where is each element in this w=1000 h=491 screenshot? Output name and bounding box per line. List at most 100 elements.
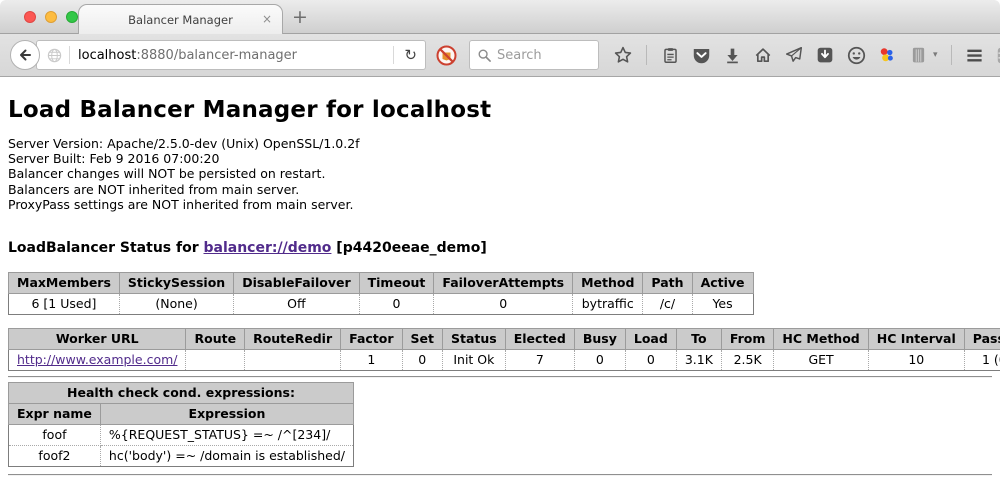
table-cell: Off	[234, 294, 359, 315]
navigation-toolbar: localhost:8880/balancer-manager ↻ Search	[0, 34, 1000, 77]
url-domain: localhost	[78, 48, 136, 63]
table-cell: /c/	[643, 294, 692, 315]
footer-divider	[8, 474, 992, 476]
zoom-window-button[interactable]	[66, 11, 78, 23]
server-version-line: Server Version: Apache/2.5.0-dev (Unix) …	[8, 136, 992, 151]
url-separator	[393, 46, 394, 64]
column-header: Route	[186, 329, 245, 350]
url-text[interactable]: localhost:8880/balancer-manager	[78, 48, 393, 63]
section-divider	[8, 376, 992, 378]
url-separator	[69, 46, 70, 64]
table-cell: %{REQUEST_STATUS} =~ /^[234]/	[100, 425, 353, 446]
table-cell: 0	[434, 294, 573, 315]
column-header: MaxMembers	[9, 273, 120, 294]
table-title: Health check cond. expressions:	[9, 383, 354, 404]
worker-table: Worker URLRouteRouteRedirFactorSetStatus…	[8, 328, 1000, 371]
menu-icon[interactable]	[965, 45, 985, 65]
table-cell: 3.1K	[676, 350, 721, 371]
url-path: :8880/balancer-manager	[136, 48, 297, 63]
search-icon	[478, 49, 491, 62]
balancer-status-heading: LoadBalancer Status for balancer://demo …	[8, 240, 992, 256]
clipboard-icon[interactable]	[660, 45, 680, 65]
download-icon[interactable]	[722, 45, 742, 65]
colors-icon[interactable]	[877, 45, 897, 65]
column-header: Status	[443, 329, 506, 350]
inherit-note-line: Balancers are NOT inherited from main se…	[8, 182, 992, 197]
tab-bar: Balancer Manager × +	[0, 0, 1000, 34]
column-header: HC Method	[774, 329, 868, 350]
tiles-icon[interactable]	[996, 45, 1000, 65]
table-cell: 2.5K	[721, 350, 774, 371]
new-tab-button[interactable]: +	[292, 5, 308, 29]
home-icon[interactable]	[753, 45, 773, 65]
minimize-window-button[interactable]	[45, 11, 57, 23]
search-placeholder: Search	[497, 48, 542, 63]
table-cell: 1	[341, 350, 402, 371]
server-built-line: Server Built: Feb 9 2016 07:00:20	[8, 151, 992, 166]
table-cell: Yes	[692, 294, 753, 315]
table-cell: Init Ok	[443, 350, 506, 371]
back-button[interactable]	[10, 40, 40, 70]
box-download-icon[interactable]	[815, 45, 835, 65]
container-icon[interactable]	[908, 45, 928, 65]
bookmark-star-icon[interactable]	[613, 45, 633, 65]
send-icon[interactable]	[784, 45, 804, 65]
tab-balancer-manager[interactable]: Balancer Manager ×	[78, 4, 283, 34]
table-cell: 0	[402, 350, 442, 371]
table-cell: 0	[625, 350, 676, 371]
table-cell: 0	[574, 350, 625, 371]
table-cell: foof	[9, 425, 101, 446]
column-header: To	[676, 329, 721, 350]
page-title: Load Balancer Manager for localhost	[8, 97, 992, 123]
table-cell: hc('body') =~ /domain is established/	[100, 446, 353, 467]
browser-window: Balancer Manager × + localhost:8880/bala…	[0, 0, 1000, 491]
pocket-icon[interactable]	[691, 45, 711, 65]
table-row: 6 [1 Used](None)Off00bytraffic/c/Yes	[9, 294, 754, 315]
persist-note-line: Balancer changes will NOT be persisted o…	[8, 166, 992, 181]
column-header: Path	[643, 273, 692, 294]
column-header: Busy	[574, 329, 625, 350]
column-header: Timeout	[359, 273, 434, 294]
close-window-button[interactable]	[24, 11, 36, 23]
globe-icon	[47, 48, 62, 63]
tab-title: Balancer Manager	[128, 13, 233, 27]
smiley-icon[interactable]	[846, 45, 866, 65]
table-cell: 7	[505, 350, 574, 371]
back-icon	[17, 47, 33, 63]
column-header: StickySession	[119, 273, 233, 294]
table-cell: GET	[774, 350, 868, 371]
table-cell: foof2	[9, 446, 101, 467]
column-header: Method	[573, 273, 643, 294]
status-suffix: [p4420eeae_demo]	[331, 240, 486, 256]
table-row: http://www.example.com/10Init Ok7003.1K2…	[9, 350, 1000, 371]
column-header: Active	[692, 273, 753, 294]
table-cell: bytraffic	[573, 294, 643, 315]
url-bar[interactable]: localhost:8880/balancer-manager ↻	[36, 40, 426, 70]
column-header: DisableFailover	[234, 273, 359, 294]
column-header: Set	[402, 329, 442, 350]
table-row: foof%{REQUEST_STATUS} =~ /^[234]/	[9, 425, 354, 446]
table-cell: (None)	[119, 294, 233, 315]
table-cell: http://www.example.com/	[9, 350, 186, 371]
column-header: Expr name	[9, 404, 101, 425]
tab-close-icon[interactable]: ×	[262, 12, 272, 26]
toolbar-separator	[646, 45, 647, 65]
table-cell: 10	[868, 350, 964, 371]
status-prefix: LoadBalancer Status for	[8, 240, 204, 256]
column-header: Elected	[505, 329, 574, 350]
column-header: Passes	[964, 329, 1000, 350]
balancer-settings-table: MaxMembersStickySessionDisableFailoverTi…	[8, 272, 754, 315]
table-cell	[186, 350, 245, 371]
block-plugin-icon[interactable]	[436, 45, 457, 66]
column-header: From	[721, 329, 774, 350]
table-cell	[245, 350, 341, 371]
proxypass-note-line: ProxyPass settings are NOT inherited fro…	[8, 197, 992, 212]
reload-icon[interactable]: ↻	[402, 46, 419, 64]
table-cell: 1 (0)	[964, 350, 1000, 371]
worker-url-link[interactable]: http://www.example.com/	[17, 352, 177, 367]
balancer-demo-link[interactable]: balancer://demo	[204, 240, 332, 256]
server-info: Server Version: Apache/2.5.0-dev (Unix) …	[8, 136, 992, 212]
toolbar-separator	[951, 45, 952, 65]
overflow-caret-icon[interactable]: ▾	[933, 50, 938, 60]
search-input[interactable]: Search	[469, 40, 599, 70]
